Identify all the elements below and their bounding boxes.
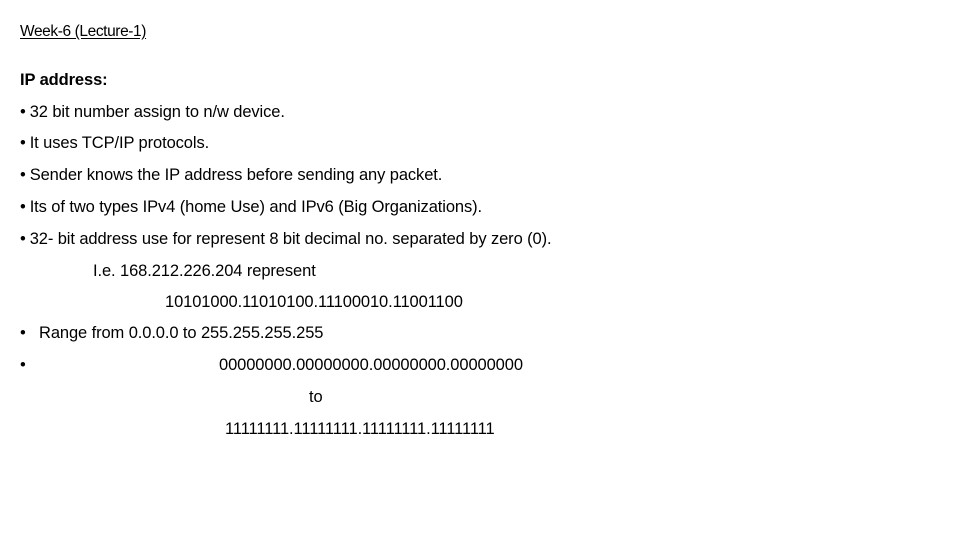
bullet-icon: • xyxy=(20,166,26,184)
bullet-icon: • xyxy=(20,356,26,374)
bullet-item: • 32 bit number assign to n/w device. xyxy=(20,102,285,122)
bullet-item-range: • Range from 0.0.0.0 to 255.255.255.255 xyxy=(20,323,323,343)
bullet-icon: • xyxy=(20,134,26,152)
bullet-item: • 32- bit address use for represent 8 bit… xyxy=(20,229,552,249)
bullet-text: Sender knows the IP address before sendi… xyxy=(29,166,443,184)
bullet-item: • Its of two types IPv4 (home Use) and IP… xyxy=(20,197,482,217)
bullet-item-empty: • xyxy=(20,355,39,375)
range-binary-min: 00000000.00000000.00000000.00000000 xyxy=(219,356,523,374)
slide: Week-6 (Lecture-1) IP address: • 32 bit n… xyxy=(0,0,960,540)
slide-title: Week-6 (Lecture-1) xyxy=(20,23,147,40)
bullet-icon: • xyxy=(20,103,26,121)
range-text: Range from 0.0.0.0 to 255.255.255.255 xyxy=(39,324,324,342)
bullet-item: • It uses TCP/IP protocols. xyxy=(20,133,209,153)
range-binary-max: 11111111.11111111.11111111.11111111 xyxy=(225,420,495,438)
bullet-icon: • xyxy=(20,324,26,342)
bullet-text: 32- bit address use for represent 8 bit … xyxy=(29,230,552,248)
bullet-text: 32 bit number assign to n/w device. xyxy=(29,103,285,121)
example-binary: 10101000.11010100.11100010.11001100 xyxy=(165,293,463,311)
example-label: I.e. 168.212.226.204 represent xyxy=(93,262,316,280)
bullet-icon: • xyxy=(20,230,26,248)
bullet-text: It uses TCP/IP protocols. xyxy=(29,134,210,152)
bullet-icon: • xyxy=(20,198,26,216)
section-heading: IP address: xyxy=(20,71,108,89)
range-connector: to xyxy=(309,388,323,406)
bullet-item: • Sender knows the IP address before send… xyxy=(20,165,442,185)
bullet-text: Its of two types IPv4 (home Use) and IPv… xyxy=(29,198,483,216)
